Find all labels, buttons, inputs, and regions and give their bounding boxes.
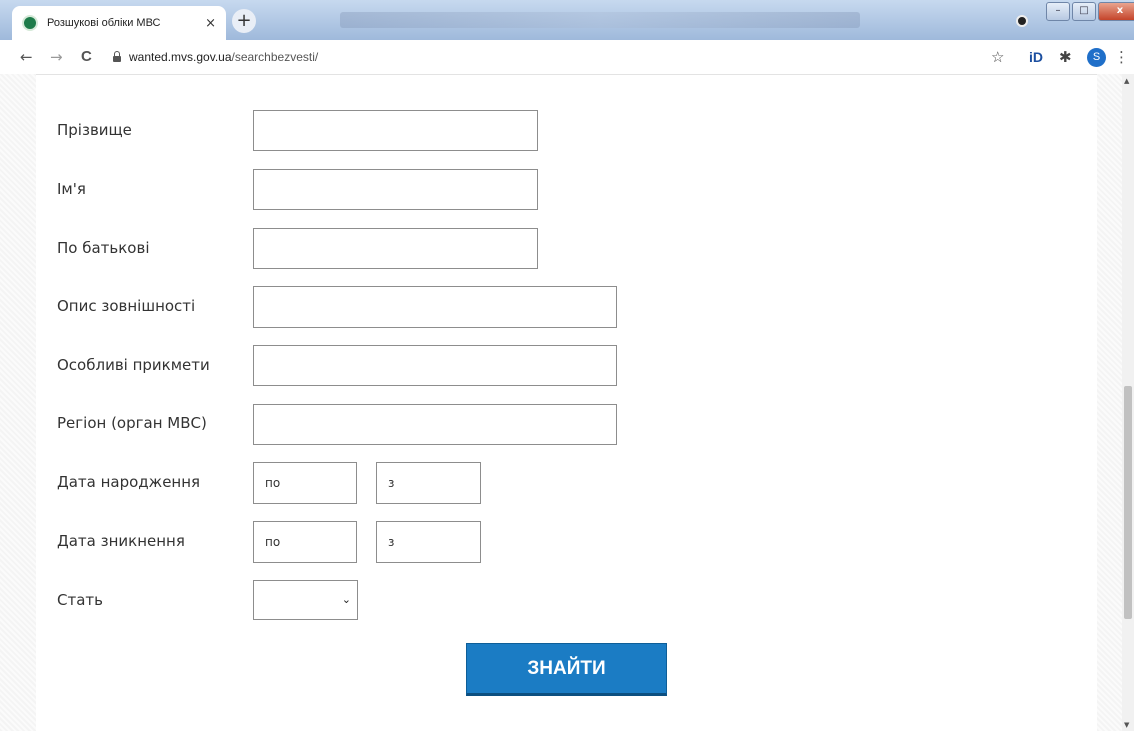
close-window-button[interactable]: x [1098,2,1134,21]
first-name-input[interactable] [253,169,538,210]
search-submit-button[interactable]: ЗНАЙТИ [466,643,667,696]
special-marks-input[interactable] [253,345,617,386]
birth-date-label: Дата народження [57,473,201,491]
appearance-label: Опис зовнішності [57,297,196,315]
extensions-puzzle-icon[interactable]: ✱ [1059,48,1072,66]
back-arrow-icon[interactable]: ← [20,40,33,74]
patronymic-label: По батькові [57,239,150,257]
media-record-icon[interactable] [1016,15,1028,27]
tab-close-icon[interactable]: × [205,16,216,31]
scroll-down-icon[interactable]: ▼ [1124,721,1129,729]
site-favicon-icon [22,15,38,31]
extension-id-icon[interactable]: iD [1029,48,1043,66]
browser-toolbar: ← → C wanted.mvs.gov.ua/searchbezvesti/ … [0,40,1134,75]
sex-select[interactable]: ⌄ [253,580,358,620]
patronymic-input[interactable] [253,228,538,269]
surname-input[interactable] [253,110,538,151]
disappearance-date-from-input[interactable]: по [253,521,357,563]
first-name-label: Ім'я [57,180,86,198]
browser-tab[interactable]: Розшукові обліки МВС × [12,6,226,40]
appearance-input[interactable] [253,286,617,328]
window-controls: – □ x [1046,2,1134,21]
lock-icon [113,51,121,62]
scrollbar-thumb[interactable] [1124,386,1132,619]
region-label: Регіон (орган МВС) [57,414,207,432]
minimize-button[interactable]: – [1046,2,1070,21]
page-left-margin [0,74,36,731]
bookmark-star-icon[interactable]: ☆ [991,48,1004,66]
reload-icon[interactable]: C [81,40,92,74]
profile-avatar[interactable]: S [1087,48,1106,67]
birth-date-to-input[interactable]: з [376,462,481,504]
browser-menu-icon[interactable]: ⋮ [1114,48,1129,66]
surname-label: Прізвище [57,121,132,139]
new-tab-button[interactable]: + [232,9,256,33]
birth-date-from-input[interactable]: по [253,462,357,504]
page-scrollbar[interactable]: ▲ ▼ [1122,74,1134,731]
disappearance-date-to-input[interactable]: з [376,521,481,563]
maximize-button[interactable]: □ [1072,2,1096,21]
special-marks-label: Особливі прикмети [57,356,210,374]
chevron-down-icon: ⌄ [341,593,351,606]
address-bar[interactable]: wanted.mvs.gov.ua/searchbezvesti/ [113,48,318,66]
sex-label: Стать [57,591,103,609]
scroll-up-icon[interactable]: ▲ [1124,77,1129,85]
background-window-titles [340,12,860,28]
page-right-margin [1097,74,1122,731]
browser-tabstrip: Розшукові обліки МВС × + – □ x [0,0,1134,40]
disappearance-date-label: Дата зникнення [57,532,185,550]
forward-arrow-icon[interactable]: → [50,40,63,74]
tab-title: Розшукові обліки МВС [47,17,161,29]
url-path: /searchbezvesti/ [231,50,319,64]
url-domain: wanted.mvs.gov.ua [129,50,232,64]
region-input[interactable] [253,404,617,445]
